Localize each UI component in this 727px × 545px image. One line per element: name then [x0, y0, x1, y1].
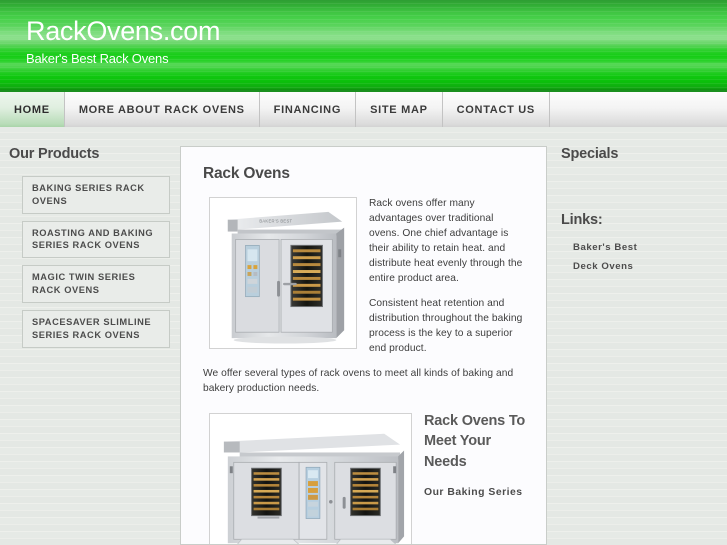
link-bakers-best[interactable]: Baker's Best [573, 242, 727, 253]
nav-list: HOME MORE ABOUT RACK OVENS FINANCING SIT… [0, 92, 727, 127]
links-heading: Links: [561, 212, 603, 228]
main-content-area: Rack Ovens BAKER'S BEST Rack ovens offer… [180, 127, 547, 545]
sidebar-item-baking-series[interactable]: BAKING SERIES RACK OVENS [22, 176, 170, 214]
product-image-double-door-rack-oven[interactable] [209, 412, 412, 544]
specials-heading: Specials [561, 146, 619, 162]
nav-item-home[interactable]: HOME [0, 92, 65, 127]
link-deck-ovens[interactable]: Deck Ovens [573, 261, 727, 272]
paragraph-types-offered: We offer several types of rack ovens to … [203, 367, 514, 394]
double-door-rack-oven-illustration [210, 413, 411, 544]
sidebar-products-heading: Our Products [9, 146, 100, 162]
single-door-rack-oven-illustration: BAKER'S BEST [210, 198, 356, 348]
nav-filler [549, 92, 727, 127]
site-tagline: Baker's Best Rack Ovens [26, 51, 169, 66]
article-body: BAKER'S BEST Rack ovens offer many advan… [203, 197, 526, 544]
product-image-single-door-rack-oven[interactable]: BAKER'S BEST [209, 197, 357, 349]
site-header: RackOvens.com Baker's Best Rack Ovens [0, 0, 727, 90]
svg-text:BAKER'S BEST: BAKER'S BEST [259, 219, 292, 224]
page-layout: Our Products BAKING SERIES RACK OVENS RO… [0, 127, 727, 545]
nav-item-site-map[interactable]: SITE MAP [356, 92, 443, 127]
main-navigation: HOME MORE ABOUT RACK OVENS FINANCING SIT… [0, 90, 727, 127]
links-list: Baker's Best Deck Ovens [561, 242, 727, 272]
nav-item-more-about-rack-ovens[interactable]: MORE ABOUT RACK OVENS [64, 92, 260, 127]
sidebar-products: Our Products BAKING SERIES RACK OVENS RO… [0, 127, 180, 545]
site-title: RackOvens.com [26, 16, 221, 46]
page-title: Rack Ovens [203, 165, 290, 182]
nav-item-financing[interactable]: FINANCING [259, 92, 357, 127]
sidebar-item-roasting-and-baking-series[interactable]: ROASTING AND BAKING SERIES RACK OVENS [22, 220, 170, 259]
sidebar-item-magic-twin-series[interactable]: MAGIC TWIN SERIES RACK OVENS [22, 265, 170, 303]
sidebar-item-spacesaver-slimline-series[interactable]: SPACESAVER SLIMLINE SERIES RACK OVENS [22, 309, 170, 348]
sidebar-specials-links: Specials Links: Baker's Best Deck Ovens [547, 127, 727, 545]
product-list: BAKING SERIES RACK OVENS ROASTING AND BA… [9, 176, 180, 348]
nav-item-contact-us[interactable]: CONTACT US [442, 92, 550, 127]
content-panel: Rack Ovens BAKER'S BEST Rack ovens offer… [180, 146, 547, 545]
